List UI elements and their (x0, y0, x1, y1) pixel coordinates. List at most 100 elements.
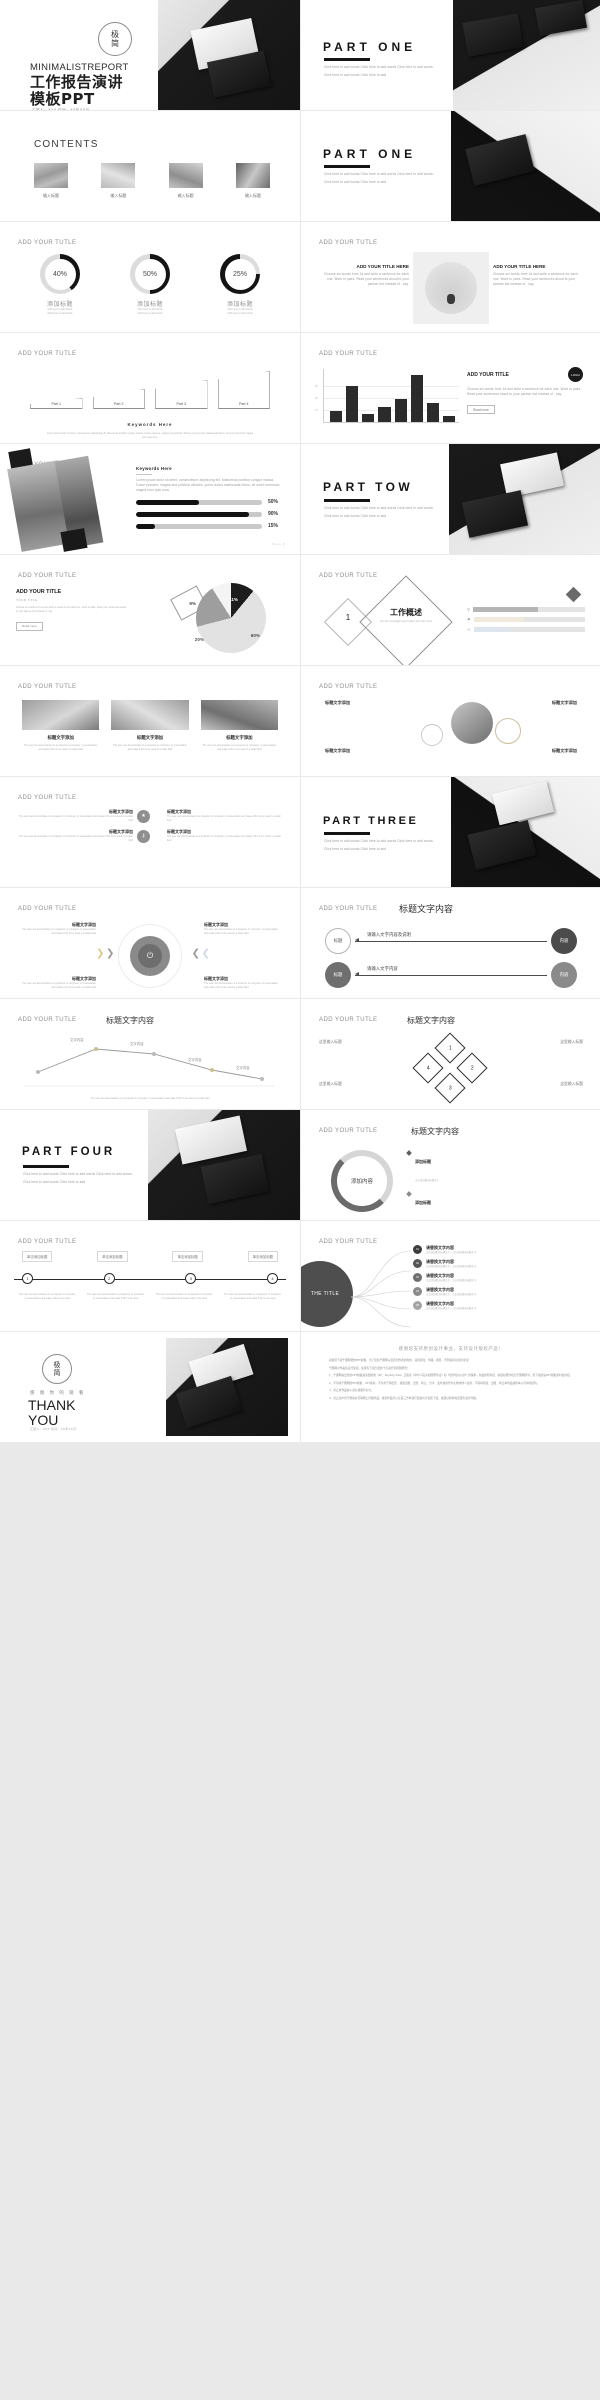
slide-circle-photos[interactable]: ADD YOUR TUTLE 标题文字添加 标题文字添加 标题文字添加 标题文字… (301, 666, 600, 776)
rhombus-node[interactable]: 2 (456, 1052, 488, 1084)
slide-icon-list[interactable]: ADD YOUR TUTLE 标题文字添加 The user can demon… (0, 777, 300, 887)
fan-center[interactable]: THE TITLE (301, 1261, 353, 1327)
rhombus-node[interactable]: 1 (434, 1032, 466, 1064)
timeline-node[interactable]: 4 (266, 1273, 278, 1284)
slide-bar-chart[interactable]: ADD YOUR TUTLE 30 20 10 ADD YOUR TITLE L… (301, 333, 600, 443)
triangle-bar[interactable]: 10% Part 1 (30, 398, 83, 409)
rhombus-node[interactable]: 4 (412, 1052, 444, 1084)
arrow-left-node[interactable]: 标题 (325, 962, 351, 988)
slide-legal[interactable]: 感谢您支持原创设计事业，支持设计版权产品！ 感谢您下载千图网费的PPT模板，为了… (301, 1332, 600, 1442)
timeline-tag[interactable]: 单击添加标题 (172, 1251, 203, 1262)
arrow-right-node[interactable]: 内容 (551, 928, 577, 954)
timeline-node[interactable]: 3 (185, 1273, 197, 1284)
ring-item[interactable]: 添加标题点击添加相关标题文字 (406, 1191, 579, 1220)
diamond-row[interactable]: ☉ (467, 627, 585, 632)
card[interactable]: 标题文字添加 The user can demonstrate on a pro… (111, 700, 189, 752)
slide-donuts[interactable]: ADD YOUR TUTLE 40% 添加标题 Click here to ad… (0, 222, 300, 332)
slide-diamond[interactable]: ADD YOUR TUTLE 1 工作概述 print the presenta… (301, 555, 600, 665)
card[interactable]: 标题文字添加 The user can demonstrate on a pro… (200, 700, 278, 752)
star-icon[interactable]: ★ (137, 809, 150, 823)
fan-item[interactable]: 01 请替换文字内容 点击添加相关标题文字，点击添加相关标题文字 (413, 1245, 583, 1255)
progress-row[interactable]: 90% (136, 511, 284, 517)
card[interactable]: 标题文字添加 The user can demonstrate on a pro… (22, 700, 100, 752)
slide-quad-ring[interactable]: ADD YOUR TUTLE ⏻ ❯ ❯ ❮ ❮ 标题文字添加 The user… (0, 888, 300, 998)
circle-item-title[interactable]: 标题文字添加 (552, 748, 577, 754)
slide-cover[interactable]: 极 简 MINIMALISTREPORT 工作报告演讲 模板PPT 汇报人：XX… (0, 0, 300, 110)
slide-city-progress[interactable]: ADD YOUR TUTLE Keywords Here Lorem ipsum… (0, 444, 300, 554)
iconlist-item[interactable]: 标题文字添加 The user can demonstrate on a pro… (18, 829, 133, 843)
fan-item[interactable]: 03 请替换文字内容 点击添加相关标题文字，点击添加相关标题文字 (413, 1273, 583, 1283)
timeline-tag[interactable]: 单击添加标题 (97, 1251, 128, 1262)
slide-part-three[interactable]: PART THREE Click here to add words Click… (301, 777, 600, 887)
iconlist-item[interactable]: 标题文字添加 The user can demonstrate on a pro… (167, 809, 282, 823)
iconlist-item[interactable]: 标题文字添加 The user can demonstrate on a pro… (18, 809, 133, 823)
slide-part-two[interactable]: PART TOW Click here to add words Click h… (301, 444, 600, 554)
slide-arrow-rows[interactable]: ADD YOUR TUTLE 标题文字内容 标题 请输入文字内容及说明 内容 标… (301, 888, 600, 998)
slide-rhombus[interactable]: ADD YOUR TUTLE 标题文字内容 1 2 3 4 这里输入标题 这里输… (301, 999, 600, 1109)
arrow-row[interactable]: 标题 请输入文字内容 内容 (325, 962, 577, 988)
bar[interactable] (378, 407, 391, 422)
bar[interactable] (330, 411, 343, 422)
contents-item[interactable]: 输入标题 (101, 163, 136, 199)
timeline-node[interactable]: 2 (103, 1273, 115, 1284)
slide-two-column-image[interactable]: ADD YOUR TUTLE ADD YOUR TITLE HERE Choos… (301, 222, 600, 332)
bar[interactable] (410, 375, 423, 422)
arrow-row[interactable]: 标题 请输入文字内容及说明 内容 (325, 928, 577, 954)
slide-part-one-banner[interactable]: PART ONE Click here to add words Click h… (301, 111, 600, 221)
pin-icon: ⚲ (467, 607, 470, 612)
slide-fan-radial[interactable]: ADD YOUR TUTLE THE TITLE 01 请替换文字内容 点击添加相… (301, 1221, 600, 1331)
progress-row[interactable]: 15% (136, 523, 284, 529)
progress-row[interactable]: 50% (136, 499, 284, 505)
quad-item[interactable]: 标题文字添加 The user can demonstrate on a pro… (204, 976, 282, 990)
triangle-bar[interactable]: 40% Part 4 (217, 371, 270, 409)
contents-item[interactable]: 输入标题 (235, 163, 270, 199)
contents-item[interactable]: 输入标题 (34, 163, 68, 199)
donut-item[interactable]: 50% 添加标题 Click here to add words Click h… (114, 254, 186, 316)
bar[interactable] (362, 413, 375, 422)
fan-item-desc: 点击添加相关标题文字，点击添加相关标题文字 (426, 1293, 477, 1297)
donut-item[interactable]: 25% 添加标题 Click here to add words Click h… (204, 254, 276, 316)
rhombus-node[interactable]: 3 (434, 1072, 466, 1104)
slide-thank-you[interactable]: 极 简 感 谢 你 的 观 看 THANK YOU 汇报人：XXX 时间：XX年… (0, 1332, 300, 1442)
pie-read-more-button[interactable]: Read more (16, 621, 43, 631)
read-more-button[interactable]: Read more (467, 405, 495, 415)
iconlist-item[interactable]: 标题文字添加 The user can demonstrate on a pro… (167, 829, 282, 843)
slide-part-one[interactable]: PART ONE Click here to add words Click h… (301, 0, 600, 110)
arrow-right-node[interactable]: 内容 (551, 962, 577, 988)
brand-mark-line1: 极 (111, 29, 119, 39)
key-icon[interactable]: ⚷ (137, 829, 150, 843)
slide-pie-chart[interactable]: ADD YOUR TUTLE 11% 60% 20% 9% ADD YOUR T… (0, 555, 300, 665)
fan-item[interactable]: 04 请替换文字内容 点击添加相关标题文字，点击添加相关标题文字 (413, 1287, 583, 1297)
timeline-tag[interactable]: 单击添加标题 (247, 1251, 278, 1262)
diamond-row[interactable]: ⚲ (467, 607, 585, 612)
ring-item[interactable]: 添加标题点击添加相关标题文字 (406, 1150, 579, 1186)
bar[interactable] (394, 398, 407, 422)
quad-item[interactable]: 标题文字添加 The user can demonstrate on a pro… (204, 922, 282, 936)
triangle-bar[interactable]: 20% Part 2 (92, 389, 145, 409)
triangle-bar[interactable]: 30% Part 3 (155, 380, 208, 409)
quad-item[interactable]: 标题文字添加 The user can demonstrate on a pro… (18, 976, 96, 990)
timeline-node[interactable]: 1 (22, 1273, 33, 1284)
fan-item[interactable]: 02 请替换文字内容 点击添加相关标题文字，点击添加相关标题文字 (413, 1259, 583, 1269)
slide-contents[interactable]: CONTENTS 输入标题 输入标题 输入标题 输入标题 (0, 111, 300, 221)
slide-timeline[interactable]: ADD YOUR TUTLE 单击添加标题 单击添加标题 单击添加标题 单击添加… (0, 1221, 300, 1331)
circle-item-title[interactable]: 标题文字添加 (325, 700, 350, 706)
bar[interactable] (442, 415, 455, 422)
slide-line-chart[interactable]: ADD YOUR TUTLE 标题文字内容 文字内容 文字内容 文字内容 文字内… (0, 999, 300, 1109)
quad-item[interactable]: 标题文字添加 The user can demonstrate on a pro… (18, 922, 96, 936)
timeline-tag[interactable]: 单击添加标题 (22, 1251, 53, 1262)
contents-item[interactable]: 输入标题 (168, 163, 203, 199)
circle-item-title[interactable]: 标题文字添加 (325, 748, 350, 754)
arrow-left-node[interactable]: 标题 (325, 928, 351, 954)
quad-center[interactable]: ⏻ (130, 936, 170, 976)
slide-ring-list[interactable]: ADD YOUR TUTLE 标题文字内容 添加内容 添加标题 点击添加相关标题文… (301, 1110, 600, 1220)
circle-item-title[interactable]: 标题文字添加 (552, 700, 577, 706)
slide-triangle-chart[interactable]: ADD YOUR TUTLE 10% Part 1 20% Part 2 30%… (0, 333, 300, 443)
bar[interactable] (346, 385, 359, 422)
fan-item[interactable]: 05 请替换文字内容 点击添加相关标题文字，点击添加相关标题文字 (413, 1301, 583, 1311)
diamond-row[interactable]: ⚑ (467, 617, 585, 622)
slide-three-cards[interactable]: ADD YOUR TUTLE 标题文字添加 The user can demon… (0, 666, 300, 776)
slide-part-four[interactable]: PART FOUR Click here to add words Click … (0, 1110, 300, 1220)
donut-item[interactable]: 40% 添加标题 Click here to add words Click h… (24, 254, 96, 316)
bar[interactable] (426, 402, 439, 422)
